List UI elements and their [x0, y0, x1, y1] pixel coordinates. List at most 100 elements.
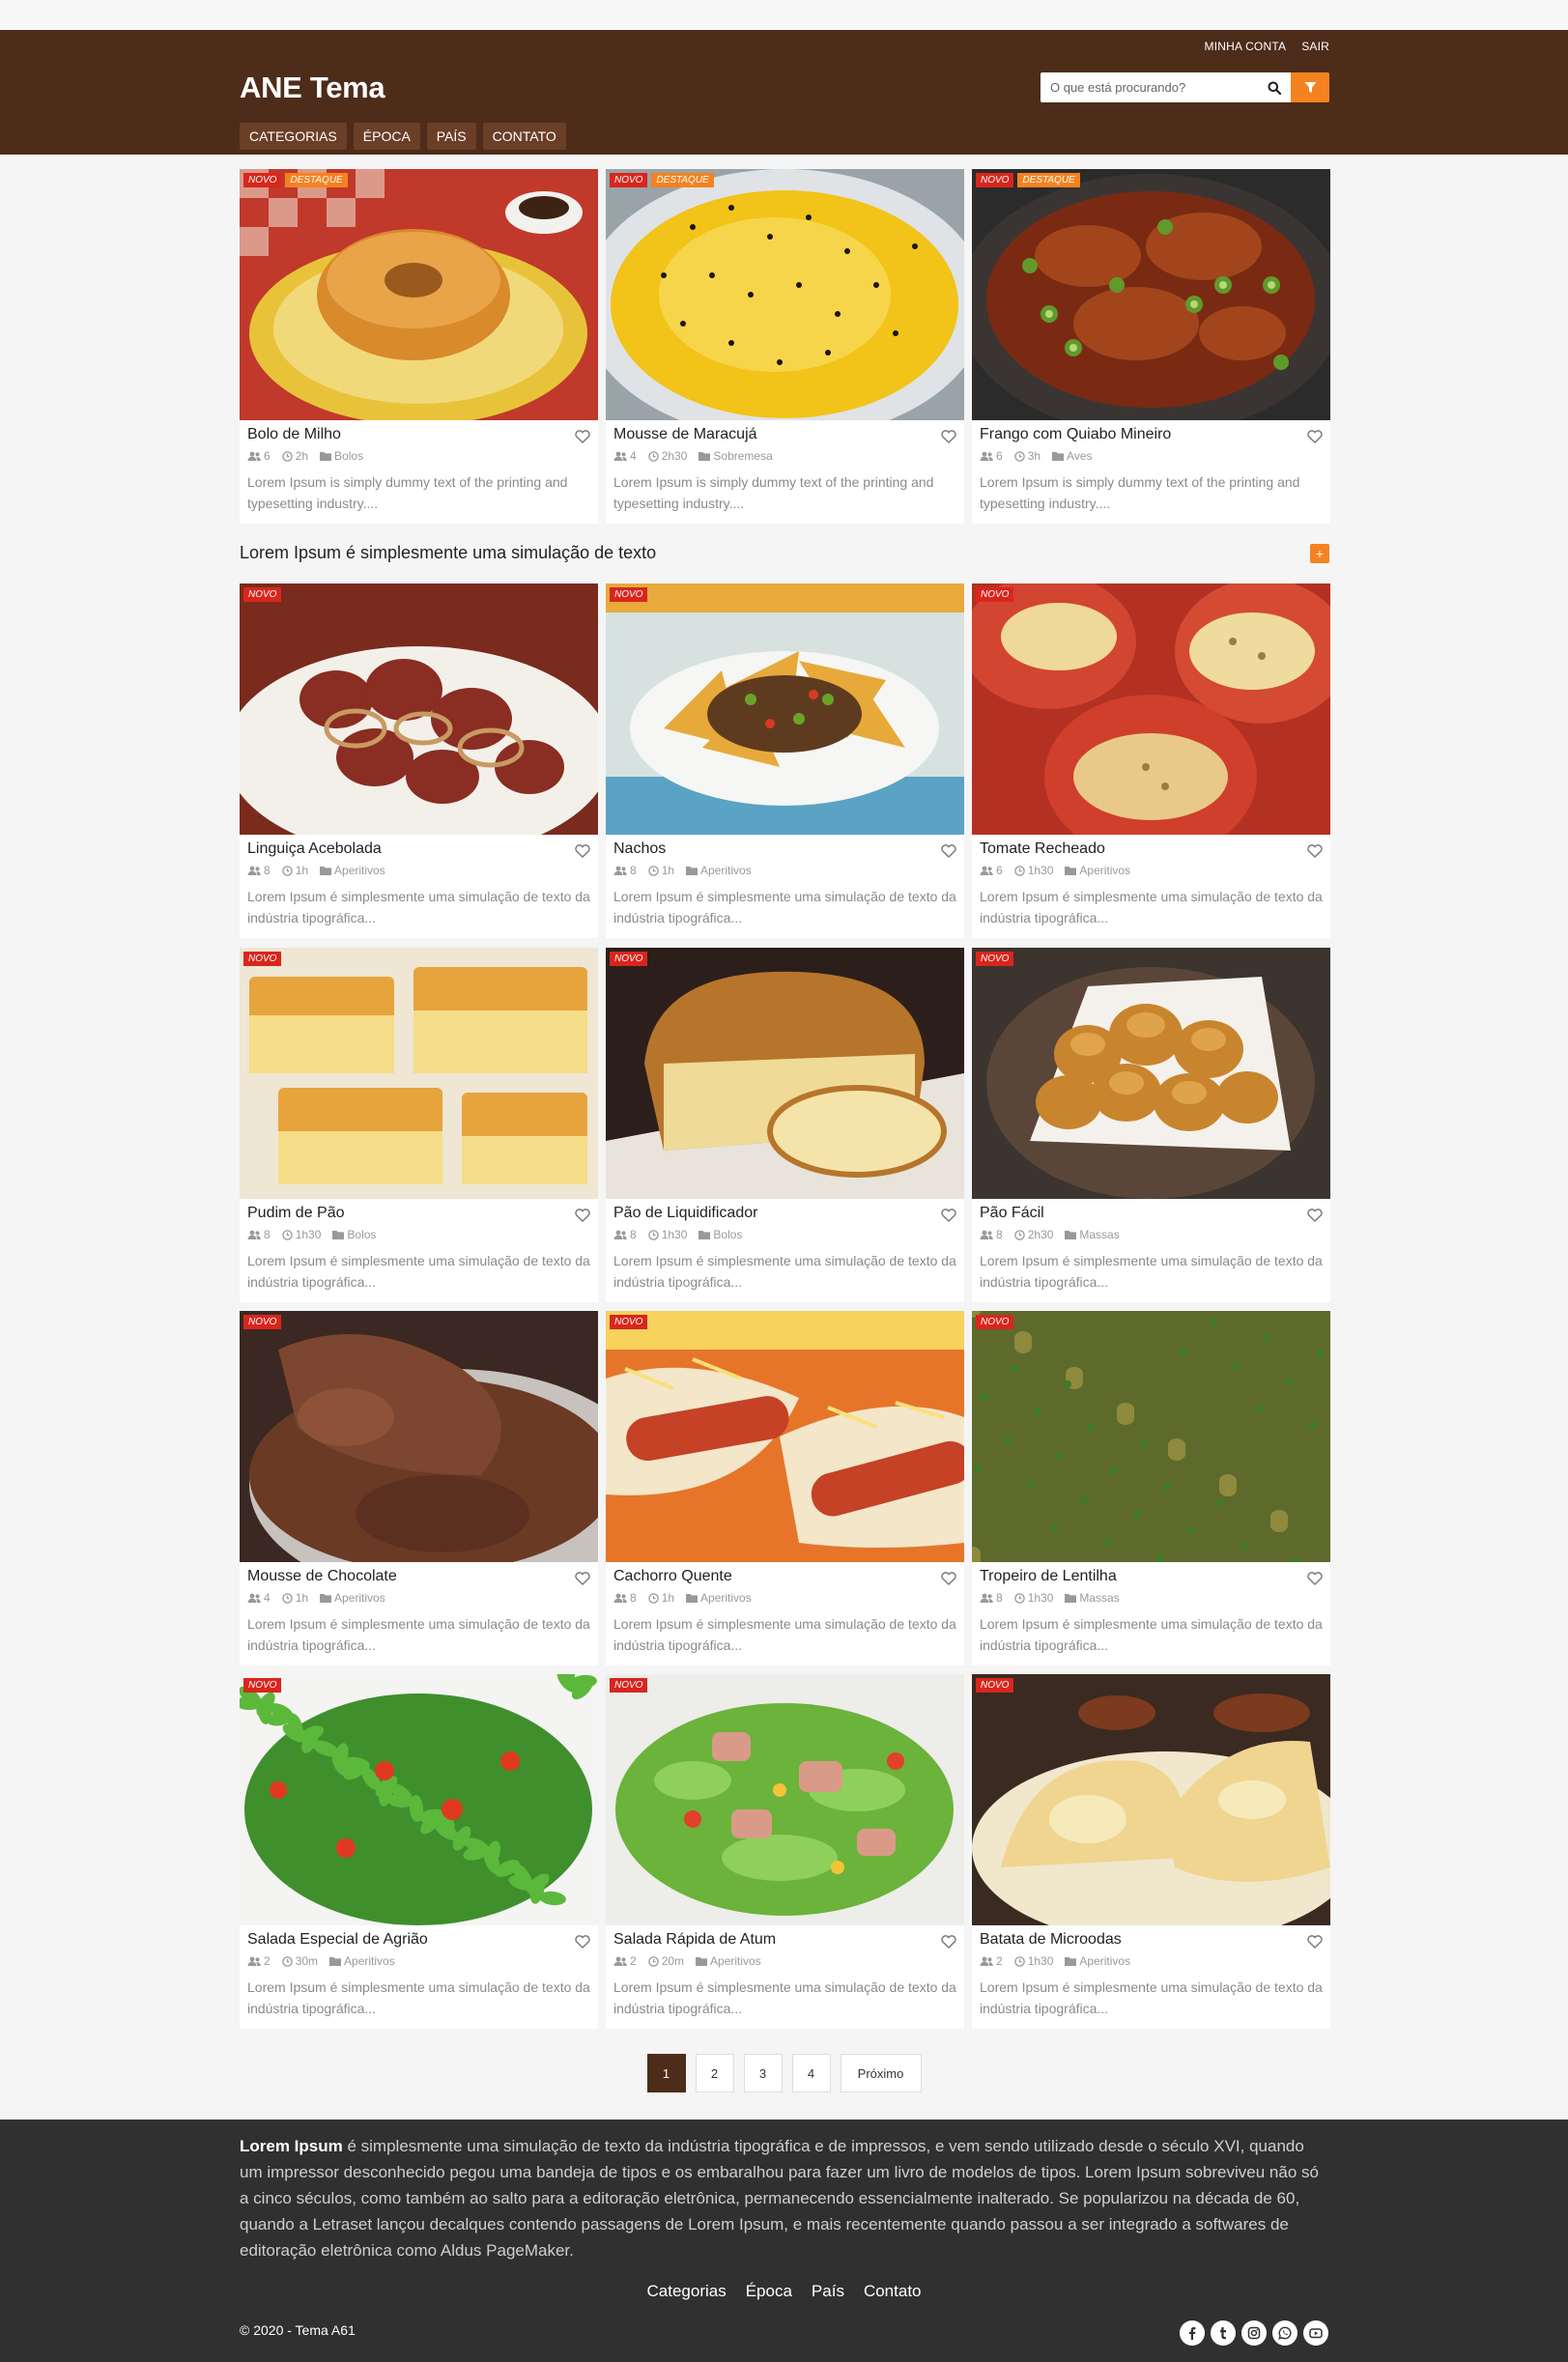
recipe-title[interactable]: Salada Rápida de Atum [613, 1931, 956, 1949]
recipe-title[interactable]: Pão Fácil [980, 1205, 1323, 1222]
recipe-photo[interactable]: NOVO [240, 948, 598, 1199]
heart-icon[interactable] [1307, 430, 1323, 443]
recipe-card[interactable]: NOVO Batata de Microodas 2 1h30 Aperitivos Lo… [972, 1674, 1330, 2029]
recipe-title[interactable]: Tropeiro de Lentilha [980, 1568, 1323, 1585]
clock-icon [647, 1592, 659, 1604]
instagram-icon[interactable] [1241, 2320, 1267, 2346]
recipe-photo[interactable]: NOVO [606, 583, 964, 835]
recipe-photo[interactable]: NOVO [240, 1674, 598, 1925]
recipe-title[interactable]: Frango com Quiabo Mineiro [980, 426, 1323, 443]
prep-time: 20m [647, 1954, 684, 1968]
nav-categorias[interactable]: CATEGORIAS [240, 123, 347, 150]
recipe-photo[interactable]: NOVO [240, 583, 598, 835]
recipe-title[interactable]: Batata de Microodas [980, 1931, 1323, 1949]
heart-icon[interactable] [1307, 844, 1323, 858]
recipe-title[interactable]: Pão de Liquidificador [613, 1205, 956, 1222]
recipe-title[interactable]: Pudim de Pão [247, 1205, 590, 1222]
youtube-icon[interactable] [1303, 2320, 1328, 2346]
servings: 8 [613, 1228, 637, 1241]
recipe-title[interactable]: Tomate Recheado [980, 840, 1323, 858]
heart-icon[interactable] [575, 1935, 590, 1949]
recipe-card[interactable]: NOVO Salada Especial de Agrião 2 30m Aperiti… [240, 1674, 598, 2029]
recipe-card[interactable]: NOVO DESTAQUE Frango com Quiabo Mineiro 6… [972, 169, 1330, 524]
recipe-title[interactable]: Nachos [613, 840, 956, 858]
heart-icon[interactable] [941, 430, 956, 443]
heart-icon[interactable] [941, 1572, 956, 1585]
recipe-photo[interactable]: NOVO [972, 583, 1330, 835]
recipe-card[interactable]: NOVO Salada Rápida de Atum 2 20m Aperitivos L… [606, 1674, 964, 2029]
recipe-title[interactable]: Cachorro Quente [613, 1568, 956, 1585]
recipe-photo[interactable]: NOVO [972, 948, 1330, 1199]
recipe-title[interactable]: Mousse de Maracujá [613, 426, 956, 443]
footer-link-epoca[interactable]: Época [746, 2282, 792, 2301]
recipe-title[interactable]: Mousse de Chocolate [247, 1568, 590, 1585]
nav-epoca[interactable]: ÉPOCA [353, 123, 420, 150]
recipe-photo[interactable]: NOVO [606, 1311, 964, 1562]
prep-time: 1h30 [1013, 1591, 1053, 1605]
recipe-photo[interactable]: NOVO DESTAQUE [240, 169, 598, 420]
recipe-title[interactable]: Bolo de Milho [247, 426, 590, 443]
recipe-card[interactable]: NOVO Pudim de Pão 8 1h30 Bolos Lorem Ipsum é … [240, 948, 598, 1302]
tumblr-icon[interactable] [1211, 2320, 1236, 2346]
recipe-photo[interactable]: NOVO [606, 948, 964, 1199]
recipe-photo[interactable]: NOVO DESTAQUE [606, 169, 964, 420]
recipe-card[interactable]: NOVO Mousse de Chocolate 4 1h Aperitivos Lore… [240, 1311, 598, 1665]
facebook-icon[interactable] [1180, 2320, 1205, 2346]
page-2-button[interactable]: 2 [695, 2054, 734, 2092]
search-button[interactable] [1258, 72, 1291, 102]
heart-icon[interactable] [575, 1572, 590, 1585]
heart-icon[interactable] [1307, 1209, 1323, 1222]
logout-link[interactable]: SAIR [1301, 40, 1329, 53]
recipe-photo[interactable]: NOVO [606, 1674, 964, 1925]
heart-icon[interactable] [1307, 1935, 1323, 1949]
new-badge: NOVO [610, 952, 648, 966]
prep-time: 1h30 [1013, 864, 1053, 877]
heart-icon[interactable] [575, 1209, 590, 1222]
heart-icon[interactable] [575, 430, 590, 443]
recipe-card[interactable]: NOVO Tropeiro de Lentilha 8 1h30 Massas Lorem… [972, 1311, 1330, 1665]
see-more-button[interactable]: + [1310, 544, 1329, 563]
footer-link-contato[interactable]: Contato [864, 2282, 922, 2301]
recipe-card[interactable]: NOVO DESTAQUE Bolo de Milho 6 2h Bolos Lo… [240, 169, 598, 524]
recipe-photo[interactable]: NOVO DESTAQUE [972, 169, 1330, 420]
servings: 8 [613, 1591, 637, 1605]
heart-icon[interactable] [1307, 1572, 1323, 1585]
nav-pais[interactable]: PAÍS [426, 123, 476, 150]
page-1-button[interactable]: 1 [646, 2054, 686, 2092]
heart-icon[interactable] [941, 1209, 956, 1222]
recipe-card[interactable]: NOVO Tomate Recheado 6 1h30 Aperitivos Lorem … [972, 583, 1330, 938]
prep-time: 1h30 [1013, 1954, 1053, 1968]
next-page-button[interactable]: Próximo [840, 2054, 922, 2092]
recipe-card[interactable]: NOVO Pão Fácil 8 2h30 Massas Lorem Ipsum é si… [972, 948, 1330, 1302]
footer-link-categorias[interactable]: Categorias [647, 2282, 727, 2301]
recipe-title[interactable]: Linguiça Acebolada [247, 840, 590, 858]
new-badge: NOVO [976, 952, 1014, 966]
heart-icon[interactable] [575, 844, 590, 858]
recipe-card[interactable]: NOVO Cachorro Quente 8 1h Aperitivos Lorem Ip… [606, 1311, 964, 1665]
recipe-photo[interactable]: NOVO [972, 1311, 1330, 1562]
my-account-link[interactable]: MINHA CONTA [1205, 40, 1287, 53]
folder-icon [686, 1594, 698, 1603]
recipe-card[interactable]: NOVO DESTAQUE Mousse de Maracujá 4 2h30 S… [606, 169, 964, 524]
recipe-photo[interactable]: NOVO [240, 1311, 598, 1562]
nav-contato[interactable]: CONTATO [482, 123, 566, 150]
recipe-card[interactable]: NOVO Linguiça Acebolada 8 1h Aperitivos Lorem… [240, 583, 598, 938]
search-input[interactable] [1050, 80, 1248, 95]
pagination: 1 2 3 4 Próximo [0, 2054, 1568, 2092]
featured-row: NOVO DESTAQUE Bolo de Milho 6 2h Bolos Lo… [240, 169, 1330, 524]
page-3-button[interactable]: 3 [743, 2054, 783, 2092]
heart-icon[interactable] [941, 844, 956, 858]
recipe-card[interactable]: NOVO Pão de Liquidificador 8 1h30 Bolos Lorem… [606, 948, 964, 1302]
site-logo[interactable]: ANE Tema [240, 71, 385, 105]
heart-icon[interactable] [941, 1935, 956, 1949]
new-badge: NOVO [610, 173, 648, 187]
filter-button[interactable] [1291, 72, 1329, 102]
whatsapp-icon[interactable] [1272, 2320, 1297, 2346]
recipe-photo[interactable]: NOVO [972, 1674, 1330, 1925]
recipe-card[interactable]: NOVO Nachos 8 1h Aperitivos Lorem Ipsum é sim… [606, 583, 964, 938]
clock-icon [1013, 865, 1025, 876]
category: Bolos [698, 1228, 742, 1241]
recipe-title[interactable]: Salada Especial de Agrião [247, 1931, 590, 1949]
page-4-button[interactable]: 4 [791, 2054, 831, 2092]
footer-link-pais[interactable]: País [812, 2282, 844, 2301]
